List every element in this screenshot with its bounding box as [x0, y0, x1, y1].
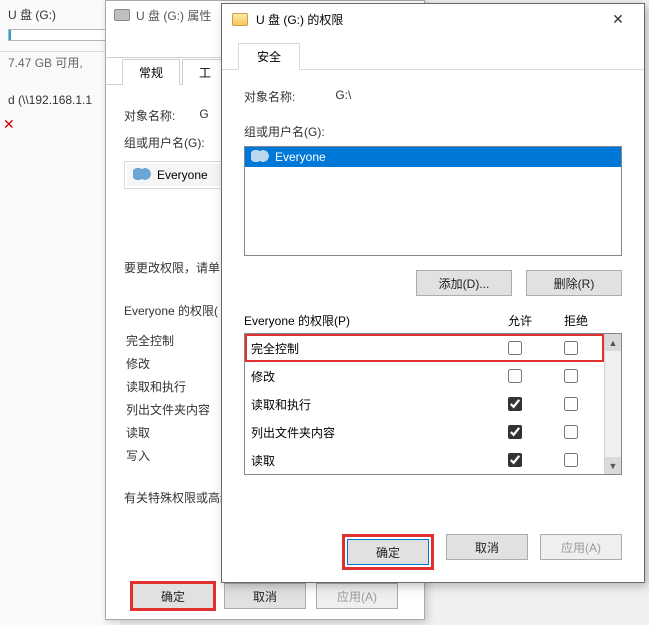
object-name-label: 对象名称:: [124, 107, 175, 124]
apply-button[interactable]: 应用(A): [316, 583, 398, 609]
column-allow: 允许: [492, 312, 548, 329]
drive-icon: [114, 9, 130, 21]
column-deny: 拒绝: [548, 312, 604, 329]
permissions-button-row: 确定 取消 应用(A): [222, 534, 644, 570]
allow-checkbox[interactable]: [508, 425, 522, 439]
object-name-label: 对象名称:: [244, 88, 295, 105]
close-icon[interactable]: ✕: [3, 116, 15, 133]
scroll-up-icon[interactable]: ▲: [605, 334, 621, 351]
permissions-title: U 盘 (G:) 的权限: [256, 11, 598, 28]
permissions-tabstrip: 安全: [222, 34, 644, 70]
add-button[interactable]: 添加(D)...: [416, 270, 512, 296]
permission-row: 列出文件夹内容: [245, 418, 604, 446]
group-icon: [251, 150, 269, 164]
allow-checkbox[interactable]: [508, 397, 522, 411]
groups-listbox[interactable]: Everyone: [244, 146, 622, 256]
ok-highlight-frame: 确定: [342, 534, 434, 570]
network-drive-label[interactable]: d (\\192.168.1.1: [0, 73, 120, 111]
object-name-value: G: [199, 107, 208, 124]
permission-row: 读取: [245, 446, 604, 474]
apply-button[interactable]: 应用(A): [540, 534, 622, 560]
permissions-grid: 完全控制修改读取和执行列出文件夹内容读取 ▲ ▼: [244, 333, 622, 475]
drive-capacity-bar: [8, 29, 112, 41]
groups-label: 组或用户名(G):: [244, 123, 622, 140]
allow-checkbox[interactable]: [508, 369, 522, 383]
scrollbar[interactable]: ▲ ▼: [604, 334, 621, 474]
drive-capacity-text: 7.47 GB 可用,: [0, 51, 120, 73]
deny-checkbox[interactable]: [564, 453, 578, 467]
properties-button-row: 确定 取消 应用(A): [106, 583, 424, 609]
group-icon: [133, 168, 151, 182]
group-item-label: Everyone: [157, 168, 208, 182]
permissions-caption: Everyone 的权限(P): [244, 312, 492, 329]
object-name-value: G:\: [335, 88, 351, 105]
ok-button[interactable]: 确定: [347, 539, 429, 565]
deny-checkbox[interactable]: [564, 397, 578, 411]
cancel-button[interactable]: 取消: [446, 534, 528, 560]
ok-button[interactable]: 确定: [132, 583, 214, 609]
permission-row: 修改: [245, 362, 604, 390]
permission-name: 修改: [251, 368, 486, 385]
deny-checkbox[interactable]: [564, 425, 578, 439]
permissions-dialog: U 盘 (G:) 的权限 ✕ 安全 对象名称: G:\ 组或用户名(G): Ev…: [221, 3, 645, 583]
group-item-label: Everyone: [275, 150, 326, 164]
explorer-side: U 盘 (G:) 7.47 GB 可用, d (\\192.168.1.1 ✕: [0, 0, 120, 625]
permission-name: 读取: [251, 452, 486, 469]
tab-general[interactable]: 常规: [122, 59, 180, 85]
deny-checkbox[interactable]: [564, 369, 578, 383]
tab-security[interactable]: 安全: [238, 43, 300, 70]
permission-row: 读取和执行: [245, 390, 604, 418]
folder-icon: [232, 13, 248, 26]
group-item-everyone-selected[interactable]: Everyone: [245, 147, 621, 167]
properties-title: U 盘 (G:) 属性: [136, 7, 211, 24]
permission-row: 完全控制: [245, 334, 604, 362]
allow-checkbox[interactable]: [508, 341, 522, 355]
deny-checkbox[interactable]: [564, 341, 578, 355]
remove-button[interactable]: 删除(R): [526, 270, 622, 296]
permission-name: 列出文件夹内容: [251, 424, 486, 441]
permission-name: 读取和执行: [251, 396, 486, 413]
allow-checkbox[interactable]: [508, 453, 522, 467]
permission-name: 完全控制: [251, 340, 486, 357]
scroll-down-icon[interactable]: ▼: [605, 457, 621, 474]
drive-label[interactable]: U 盘 (G:): [0, 0, 120, 29]
permissions-titlebar[interactable]: U 盘 (G:) 的权限 ✕: [222, 4, 644, 34]
cancel-button[interactable]: 取消: [224, 583, 306, 609]
close-button[interactable]: ✕: [598, 8, 638, 30]
